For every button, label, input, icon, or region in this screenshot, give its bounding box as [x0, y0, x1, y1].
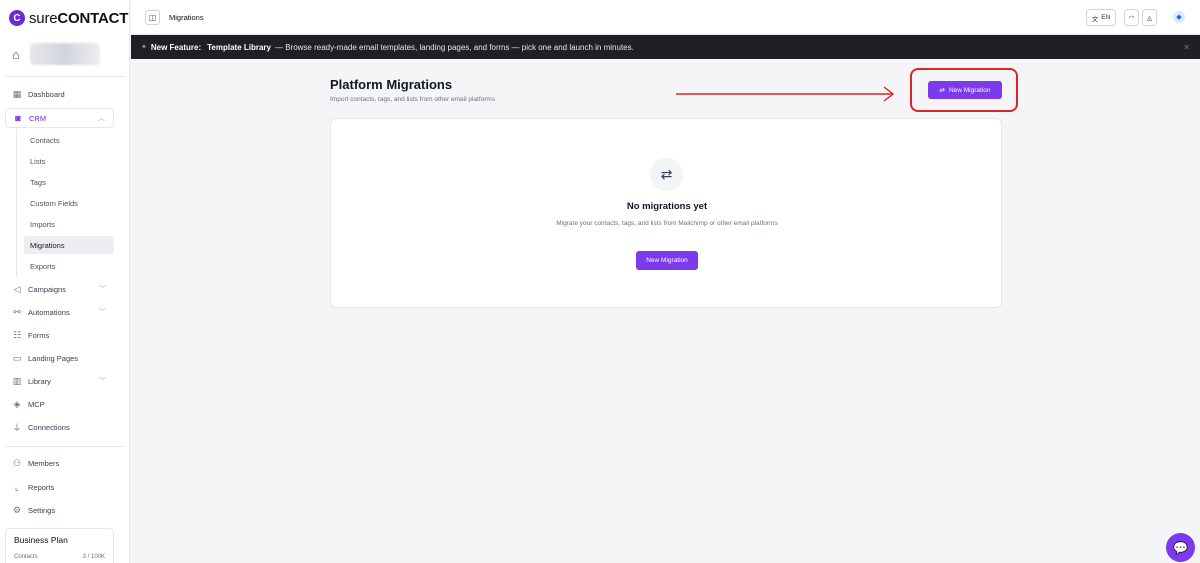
- sidebar-subitem-exports[interactable]: Exports: [24, 257, 114, 275]
- brand-sure: sure: [29, 9, 58, 27]
- sidebar-item-automations[interactable]: ⚯ Automations ﹀: [5, 302, 114, 322]
- button-label: New Migration: [948, 86, 991, 94]
- sidebar-item-label: CRM: [29, 113, 47, 123]
- sidebar-subitem-imports[interactable]: Imports: [24, 215, 114, 233]
- plan-usage-row: Contacts 3 / 100K: [14, 554, 105, 560]
- chart-line-icon: ⌞: [14, 481, 20, 492]
- user-card-icon: ◙: [15, 113, 21, 123]
- empty-state-title: No migrations yet: [626, 201, 708, 212]
- sidebar-subitem-lists[interactable]: Lists: [24, 152, 114, 170]
- sidebar-item-landing-pages[interactable]: ▭ Landing Pages: [5, 348, 114, 368]
- sidebar-item-label: MCP: [28, 399, 45, 409]
- sidebar-item-crm[interactable]: ◙ CRM ︿: [5, 108, 114, 128]
- workflow-icon: ⚯: [13, 306, 21, 317]
- plan-title: Business Plan: [14, 535, 68, 545]
- empty-state-description: Migrate your contacts, tags, and lists f…: [556, 220, 778, 227]
- sidebar-item-label: Campaigns: [28, 284, 66, 294]
- banner-text: — Browse ready-made email templates, lan…: [274, 42, 634, 52]
- sidebar-item-label: Reports: [28, 482, 55, 492]
- users-icon: ⚇: [12, 457, 22, 468]
- support-button[interactable]: ◠: [1124, 9, 1139, 26]
- chevron-down-icon: ﹀: [99, 286, 106, 293]
- page-title: Platform Migrations: [330, 77, 453, 92]
- sidebar-item-label: Library: [28, 376, 51, 386]
- mcp-icon: ◈: [13, 398, 21, 409]
- sidebar-item-label: Settings: [28, 505, 56, 515]
- sidebar-item-label: Connections: [28, 422, 70, 432]
- sidebar-item-label: Dashboard: [28, 89, 65, 99]
- banner-feature[interactable]: Template Library: [207, 43, 271, 52]
- sidebar-item-label: Forms: [28, 330, 50, 340]
- sidebar-item-library[interactable]: ▥ Library ﹀: [5, 371, 114, 391]
- surecontact-logo-icon: C: [9, 10, 25, 26]
- sidebar-item-campaigns[interactable]: ◁ Campaigns ﹀: [5, 279, 114, 299]
- sidebar-subitem-contacts[interactable]: Contacts: [24, 131, 114, 149]
- sidebar-subitem-migrations[interactable]: Migrations: [24, 236, 114, 254]
- sidebar-toggle-icon[interactable]: ◫: [145, 10, 160, 25]
- sidebar-item-settings[interactable]: ⚙ Settings: [5, 500, 114, 520]
- sidebar-item-reports[interactable]: ⌞ Reports: [5, 477, 114, 497]
- sidebar: C sureCONTACT ⌂ ▦ Dashboard ◙ CRM ︿ Cont…: [0, 0, 130, 563]
- chat-bubble-icon[interactable]: 💬: [1166, 533, 1195, 562]
- language-label: EN: [1101, 14, 1111, 21]
- banner-label: New Feature:: [150, 42, 202, 52]
- sparkle-icon: ✦: [141, 44, 147, 51]
- bell-icon: ◬: [1147, 14, 1152, 22]
- megaphone-icon: ◁: [13, 283, 21, 294]
- translate-icon: 文: [1091, 15, 1099, 23]
- sidebar-item-label: Members: [28, 458, 60, 468]
- topbar: ◫ Migrations 文 EN ◠ ◬ ◆: [131, 0, 1200, 35]
- button-label: New Migration: [646, 257, 688, 264]
- sidebar-item-label: Landing Pages: [28, 353, 79, 363]
- plan-usage-label: Contacts: [14, 554, 38, 560]
- headset-icon: ◠: [1128, 14, 1135, 22]
- building-icon: ⌂: [12, 46, 20, 62]
- library-icon: ▥: [12, 375, 22, 386]
- layout-icon: ▭: [12, 352, 22, 363]
- brand-contact: CONTACT: [57, 9, 129, 27]
- form-icon: ☷: [12, 329, 22, 340]
- feature-banner: ✦ New Feature: Template Library — Browse…: [131, 35, 1200, 59]
- plan-card: Business Plan Contacts 3 / 100K: [5, 528, 114, 563]
- language-button[interactable]: 文 EN: [1086, 9, 1116, 26]
- gear-icon: ⚙: [12, 504, 22, 515]
- dashboard-icon: ▦: [12, 88, 22, 99]
- migrations-empty-state: ⇄ No migrations yet Migrate your contact…: [330, 118, 1002, 308]
- plan-usage-value: 3 / 100K: [82, 554, 105, 560]
- page-breadcrumb: Migrations: [169, 13, 204, 22]
- sidebar-subitem-tags[interactable]: Tags: [24, 173, 114, 191]
- sidebar-item-label: Automations: [28, 307, 70, 317]
- sidebar-item-mcp[interactable]: ◈ MCP: [5, 394, 114, 414]
- swap-arrows-icon: ⇄: [650, 158, 683, 191]
- swap-arrows-icon: ⇄: [939, 87, 945, 94]
- sidebar-item-forms[interactable]: ☷ Forms: [5, 325, 114, 345]
- divider: [6, 76, 124, 77]
- divider: [6, 446, 124, 447]
- brand-logo[interactable]: C sureCONTACT: [9, 8, 128, 28]
- submenu-guide-line: [16, 129, 17, 277]
- workspace-name-blurred: [29, 43, 100, 65]
- chevron-down-icon: ﹀: [99, 309, 106, 316]
- sidebar-item-dashboard[interactable]: ▦ Dashboard: [5, 84, 114, 104]
- sidebar-subitem-custom-fields[interactable]: Custom Fields: [24, 194, 114, 212]
- annotation-arrow: [676, 86, 895, 102]
- notifications-button[interactable]: ◬: [1142, 9, 1157, 26]
- avatar[interactable]: ◆: [1173, 11, 1185, 23]
- sidebar-item-members[interactable]: ⚇ Members: [5, 453, 114, 473]
- sidebar-item-connections[interactable]: ⏚ Connections: [5, 417, 114, 437]
- empty-new-migration-button[interactable]: New Migration: [636, 251, 698, 270]
- new-migration-button[interactable]: ⇄ New Migration: [928, 81, 1002, 99]
- close-icon[interactable]: ✕: [1183, 43, 1190, 52]
- plug-icon: ⏚: [12, 422, 22, 433]
- page-subtitle: Import contacts, tags, and lists from ot…: [330, 96, 496, 103]
- workspace-switcher[interactable]: ⌂: [8, 40, 122, 68]
- chevron-down-icon: ﹀: [99, 378, 106, 385]
- chevron-up-icon: ︿: [98, 115, 105, 122]
